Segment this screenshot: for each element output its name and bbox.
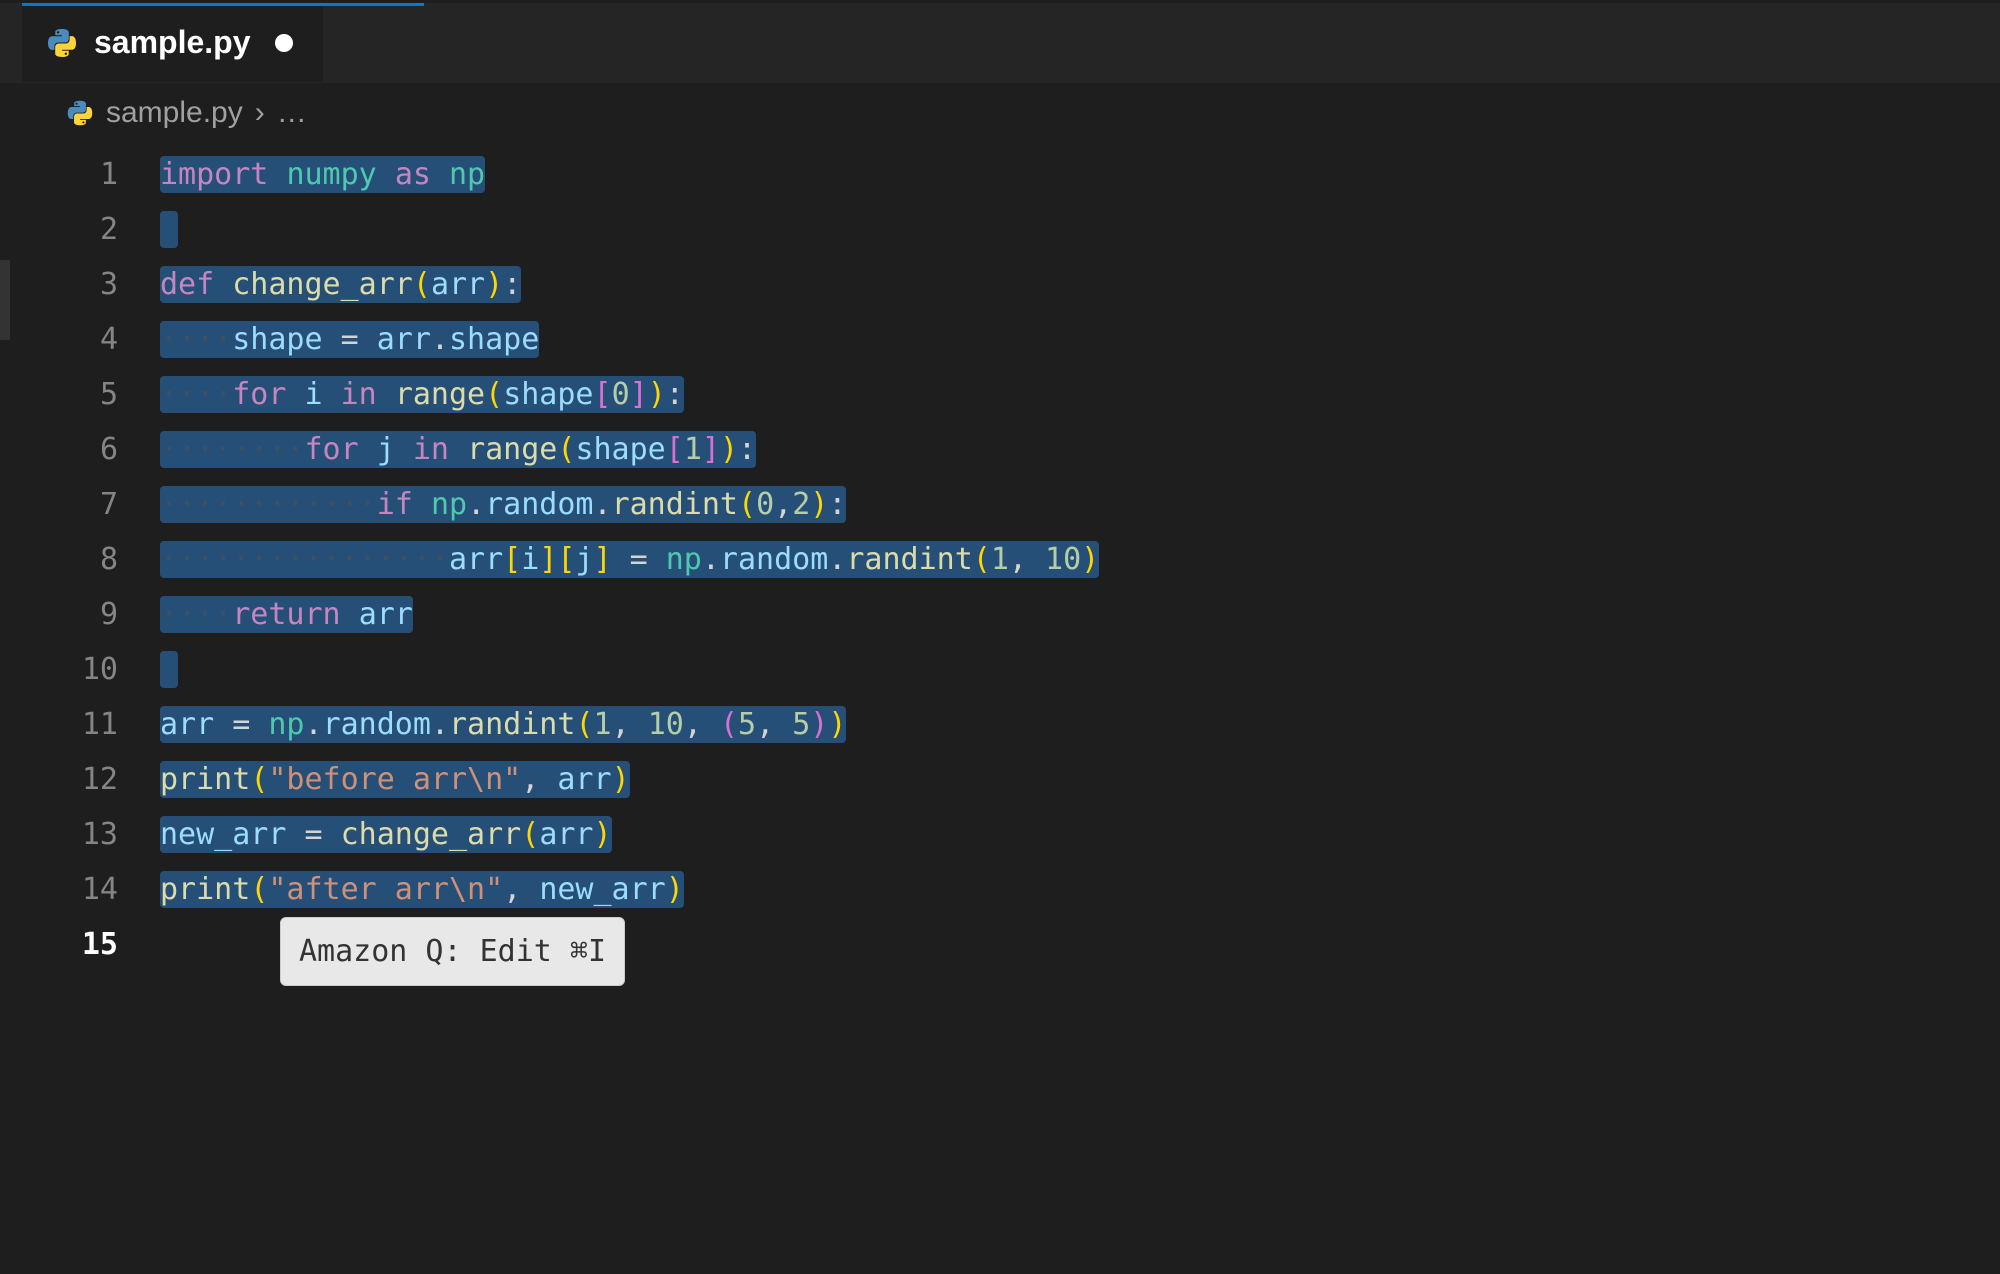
code-line: ····for i in range(shape[0]): — [160, 367, 2000, 422]
code-line: print("before arr\n", arr) — [160, 752, 2000, 807]
tab-bar: sample.py — [0, 3, 2000, 83]
code-line: import numpy as np — [160, 147, 2000, 202]
code-line: ············if np.random.randint(0,2): — [160, 477, 2000, 532]
python-icon — [46, 27, 78, 59]
code-line: ····return arr — [160, 587, 2000, 642]
breadcrumb-filename: sample.py — [106, 96, 243, 130]
breadcrumb[interactable]: sample.py › … — [0, 83, 2000, 143]
code-line: print("after arr\n", new_arr) — [160, 862, 2000, 917]
code-editor[interactable]: 1 2 3 4 5 6 7 8 9 10 11 12 13 14 15 impo… — [0, 143, 2000, 972]
inline-hint-amazon-q[interactable]: Amazon Q: Edit ⌘I — [280, 917, 625, 986]
python-icon — [66, 99, 94, 127]
activity-bar-stub — [0, 260, 10, 340]
code-line: ················arr[i][j] = np.random.ra… — [160, 532, 2000, 587]
breadcrumb-trail: … — [277, 96, 307, 130]
line-number-gutter: 1 2 3 4 5 6 7 8 9 10 11 12 13 14 15 — [0, 147, 160, 972]
code-line: new_arr = change_arr(arr) — [160, 807, 2000, 862]
code-line — [160, 642, 2000, 697]
dirty-indicator-icon — [275, 34, 293, 52]
code-line: arr = np.random.randint(1, 10, (5, 5)) — [160, 697, 2000, 752]
code-line — [160, 202, 2000, 257]
active-tab-indicator — [22, 3, 424, 6]
chevron-right-icon: › — [255, 96, 265, 130]
code-content[interactable]: import numpy as np def change_arr(arr): … — [160, 147, 2000, 972]
code-line: def change_arr(arr): — [160, 257, 2000, 312]
tab-sample-py[interactable]: sample.py — [22, 3, 324, 82]
code-line: ····shape = arr.shape — [160, 312, 2000, 367]
code-line: ········for j in range(shape[1]): — [160, 422, 2000, 477]
tab-label: sample.py — [94, 24, 251, 61]
